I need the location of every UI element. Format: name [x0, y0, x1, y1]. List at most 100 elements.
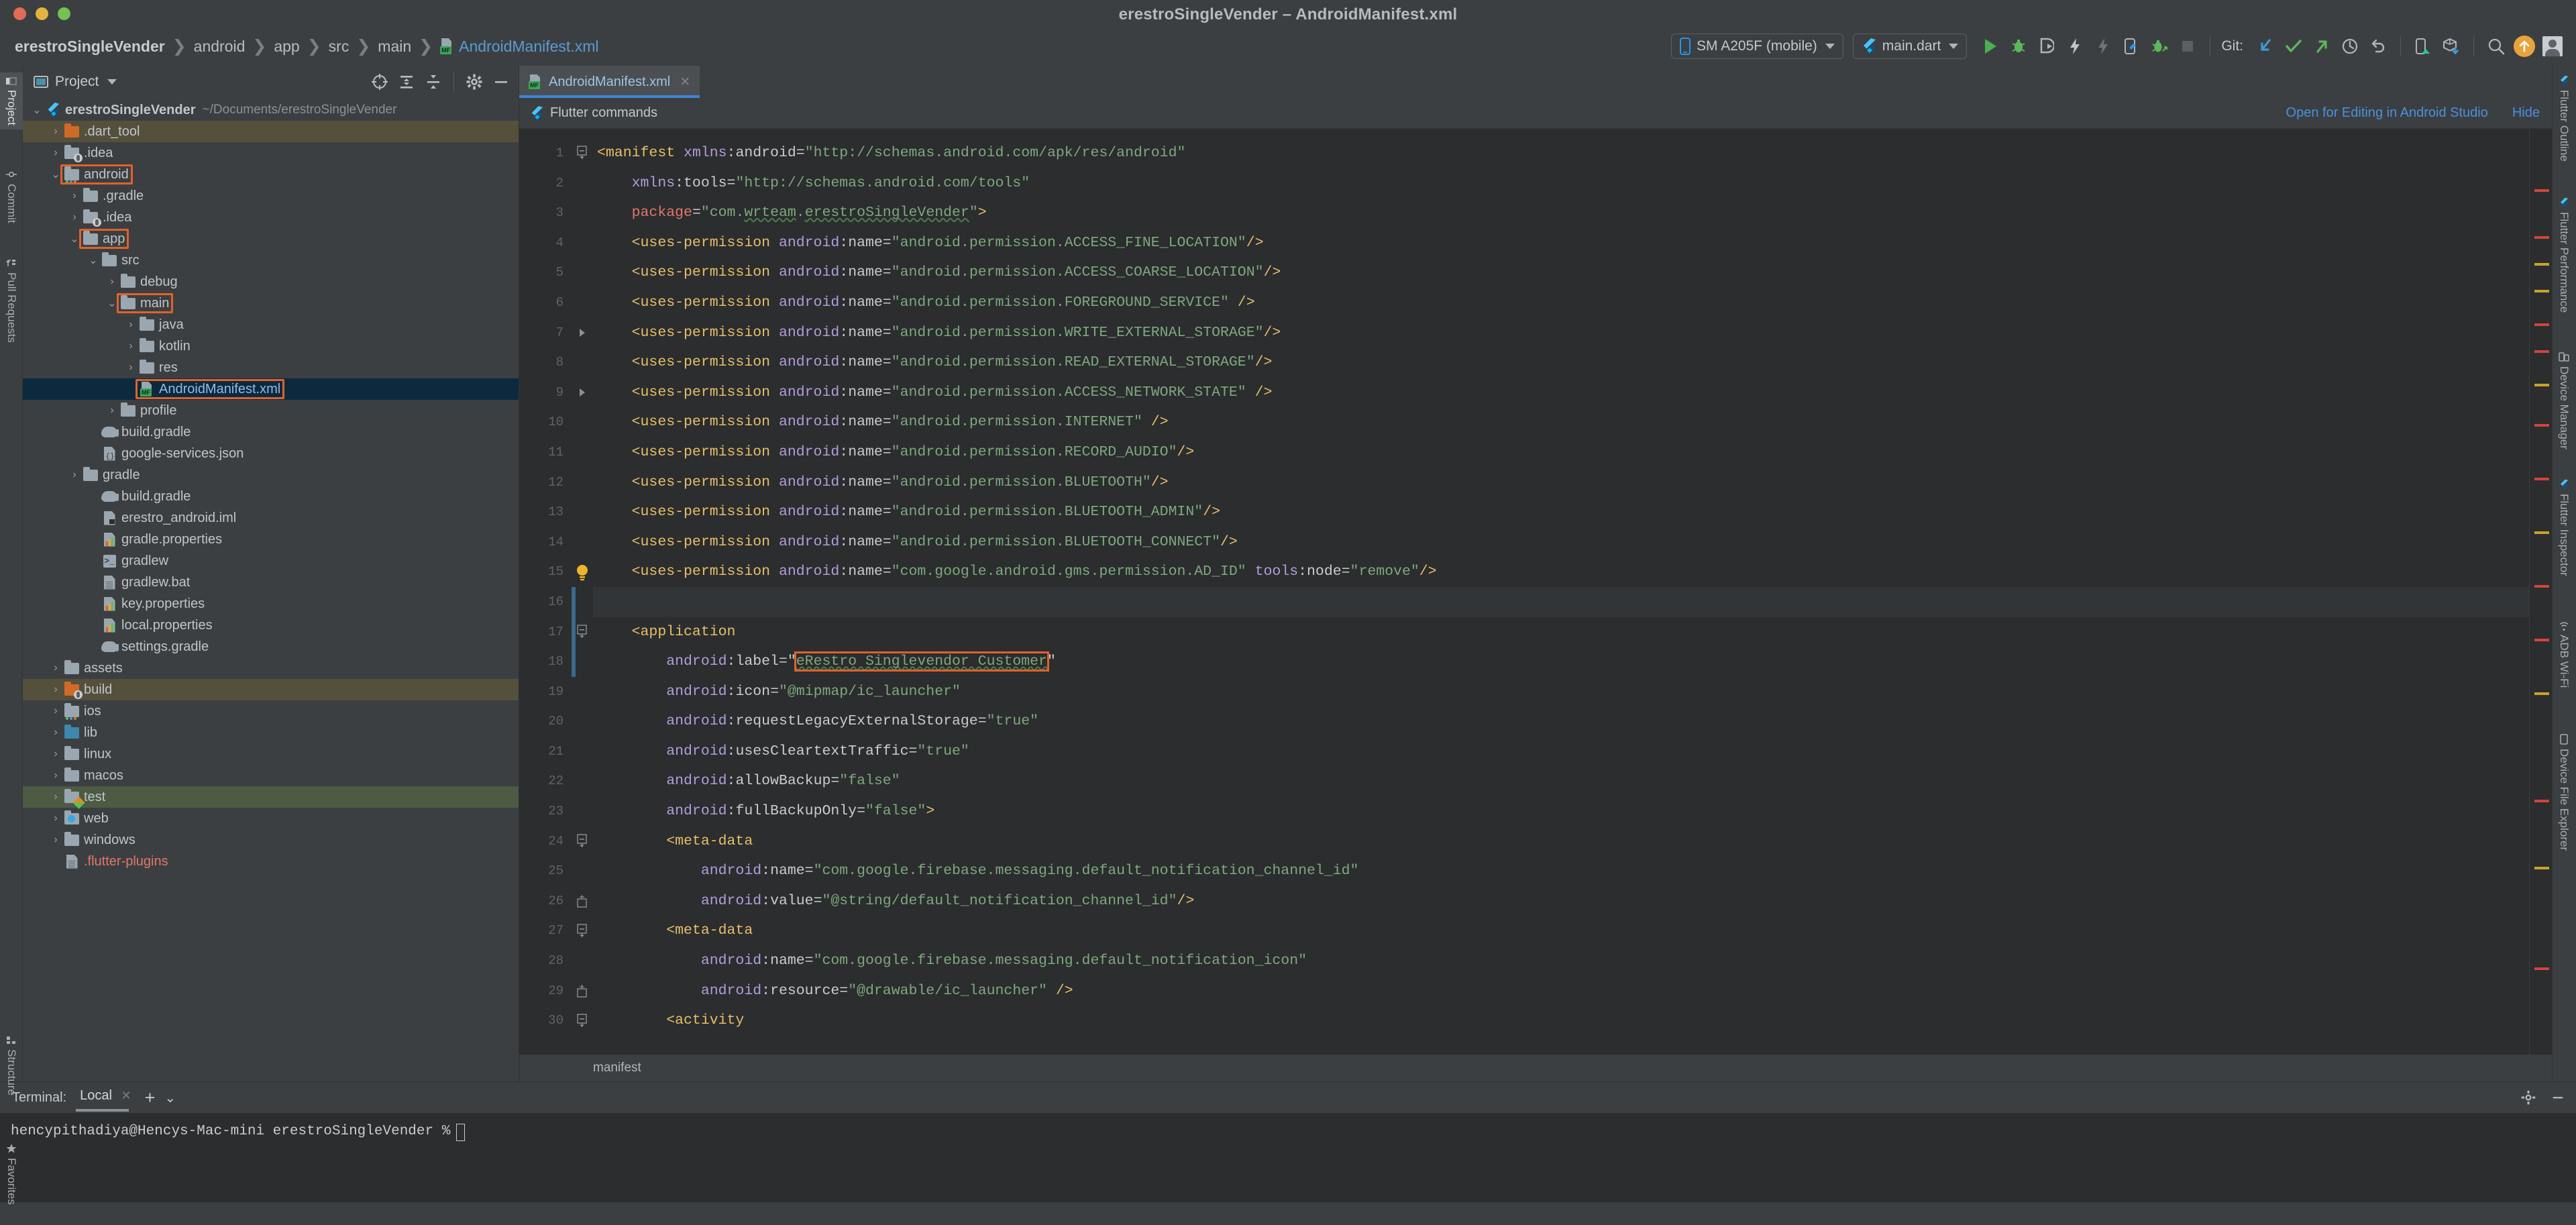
- rollback-button[interactable]: [2364, 32, 2392, 60]
- code-line[interactable]: <meta-data: [593, 916, 2529, 946]
- sidebar-item-flutter-inspector[interactable]: Flutter Inspector: [2553, 475, 2575, 580]
- fold-marker[interactable]: [572, 916, 593, 946]
- sidebar-item-pull-requests[interactable]: Pull Requests: [0, 254, 23, 347]
- tree-item-res[interactable]: › res: [23, 357, 519, 378]
- tree-item-linux[interactable]: › linux: [23, 743, 519, 765]
- update-available-button[interactable]: [2510, 32, 2538, 60]
- sidebar-item-favorites[interactable]: Favorites: [0, 1139, 23, 1209]
- sidebar-item-adb-wifi[interactable]: ADB Wi-Fi: [2553, 616, 2575, 692]
- collapse-all-icon[interactable]: [425, 74, 441, 90]
- breadcrumb-file[interactable]: AndroidManifest.xml: [459, 38, 598, 56]
- code-line[interactable]: android:label="eRestro Singlevendor Cust…: [593, 647, 2529, 677]
- tree-item-gradlew-bat[interactable]: gradlew.bat: [23, 572, 519, 593]
- chevron-right-icon[interactable]: ›: [48, 662, 63, 674]
- tree-item-src[interactable]: ⌄ src: [23, 250, 519, 271]
- tree-item-main[interactable]: ⌄ main: [23, 292, 519, 314]
- code-line[interactable]: android:value="@string/default_notificat…: [593, 886, 2529, 916]
- tree-item-java[interactable]: › java: [23, 314, 519, 335]
- code-line[interactable]: <uses-permission android:name="android.p…: [593, 527, 2529, 557]
- tree-item-erestrosinglevender[interactable]: ⌄ erestroSingleVender ~/Documents/erestroS…: [23, 99, 519, 121]
- breadcrumb-item-4[interactable]: main: [378, 38, 411, 56]
- history-button[interactable]: [2336, 32, 2364, 60]
- breadcrumb-item-0[interactable]: erestroSingleVender: [15, 38, 165, 56]
- chevron-down-icon[interactable]: ⌄: [48, 168, 63, 181]
- tree-item-local-properties[interactable]: local.properties: [23, 615, 519, 636]
- chevron-right-icon[interactable]: ›: [123, 319, 138, 331]
- tree-item-app[interactable]: ⌄ app: [23, 228, 519, 250]
- fold-marker[interactable]: [572, 886, 593, 916]
- code-line[interactable]: <activity: [593, 1006, 2529, 1036]
- code-line[interactable]: <uses-permission android:name="com.googl…: [593, 557, 2529, 587]
- open-devtools-button[interactable]: [2117, 32, 2145, 60]
- tree-item-kotlin[interactable]: › kotlin: [23, 335, 519, 357]
- tree-item-web[interactable]: › web: [23, 808, 519, 829]
- chevron-down-icon[interactable]: ⌄: [67, 232, 82, 246]
- tree-item-macos[interactable]: › macos: [23, 765, 519, 786]
- push-button[interactable]: [2308, 32, 2336, 60]
- code-line[interactable]: <uses-permission android:name="android.p…: [593, 468, 2529, 498]
- code-line[interactable]: [593, 586, 2529, 617]
- commit-button[interactable]: [2279, 32, 2308, 60]
- code-line[interactable]: android:fullBackupOnly="false">: [593, 796, 2529, 827]
- code-content[interactable]: <manifest xmlns:android="http://schemas.…: [593, 129, 2529, 1055]
- code-line[interactable]: <uses-permission android:name="android.p…: [593, 288, 2529, 318]
- fold-marker[interactable]: [572, 827, 593, 857]
- device-manager-button[interactable]: [2409, 32, 2437, 60]
- chevron-right-icon[interactable]: ›: [48, 684, 63, 696]
- fold-marker[interactable]: [572, 976, 593, 1006]
- tree-item-settings-gradle[interactable]: settings.gradle: [23, 636, 519, 657]
- chevron-right-icon[interactable]: ›: [48, 812, 63, 824]
- code-line[interactable]: <meta-data: [593, 827, 2529, 857]
- tree-item--dart-tool[interactable]: › .dart_tool: [23, 121, 519, 142]
- code-line[interactable]: android:resource="@drawable/ic_launcher"…: [593, 976, 2529, 1006]
- chevron-right-icon[interactable]: ›: [48, 748, 63, 760]
- chevron-down-icon[interactable]: ⌄: [86, 254, 101, 267]
- tree-item-gradle[interactable]: › gradle: [23, 464, 519, 486]
- tree-item--flutter-plugins[interactable]: .flutter-plugins: [23, 851, 519, 872]
- tree-item-assets[interactable]: › assets: [23, 657, 519, 679]
- hot-restart-button[interactable]: [2089, 32, 2117, 60]
- sidebar-item-flutter-outline[interactable]: Flutter Outline: [2553, 71, 2575, 166]
- chevron-right-icon[interactable]: ›: [48, 791, 63, 803]
- run-button[interactable]: [1976, 32, 2004, 60]
- chevron-right-icon[interactable]: ›: [48, 769, 63, 782]
- breadcrumb-item-1[interactable]: android: [194, 38, 246, 56]
- chevron-down-icon[interactable]: ⌄: [30, 103, 44, 117]
- code-line[interactable]: <manifest xmlns:android="http://schemas.…: [593, 138, 2529, 168]
- tree-item-gradle-properties[interactable]: gradle.properties: [23, 529, 519, 550]
- run-config-selector[interactable]: main.dart: [1852, 34, 1968, 59]
- chevron-right-icon[interactable]: ›: [48, 705, 63, 717]
- chevron-right-icon[interactable]: ›: [105, 276, 119, 288]
- chevron-right-icon[interactable]: ›: [123, 362, 138, 374]
- code-line[interactable]: <uses-permission android:name="android.p…: [593, 348, 2529, 378]
- tree-item-build-gradle[interactable]: build.gradle: [23, 421, 519, 443]
- tree-item--gradle[interactable]: › .gradle: [23, 185, 519, 207]
- chevron-right-icon[interactable]: ›: [48, 147, 63, 159]
- breadcrumb-item-3[interactable]: src: [329, 38, 350, 56]
- code-line[interactable]: <uses-permission android:name="android.p…: [593, 318, 2529, 348]
- plus-icon[interactable]: +: [145, 1088, 156, 1107]
- close-icon[interactable]: ✕: [680, 74, 690, 90]
- terminal-output[interactable]: hencypithadiya@Hencys-Mac-mini erestroSi…: [0, 1113, 2576, 1202]
- tree-item-lib[interactable]: › lib: [23, 722, 519, 743]
- code-line[interactable]: <uses-permission android:name="android.p…: [593, 437, 2529, 468]
- chevron-right-icon[interactable]: ›: [48, 834, 63, 846]
- code-editor[interactable]: 1 2 3 4 5 6 7 8 9 10 11 12 13 14 15 16 17 18 19 20 21 22 23 24 2…: [519, 129, 2552, 1055]
- chevron-right-icon[interactable]: ›: [123, 340, 138, 352]
- intention-bulb-icon[interactable]: [572, 557, 593, 587]
- tree-item-android[interactable]: ⌄ android: [23, 164, 519, 185]
- chevron-right-icon[interactable]: ›: [105, 405, 119, 417]
- vcs-change-marker[interactable]: [572, 587, 576, 677]
- hot-reload-button[interactable]: [2061, 32, 2089, 60]
- sidebar-item-structure[interactable]: Structure: [0, 1032, 23, 1100]
- chevron-right-icon[interactable]: ›: [67, 190, 82, 202]
- chevron-right-icon[interactable]: ›: [48, 125, 63, 138]
- chevron-down-icon[interactable]: ⌄: [105, 297, 119, 310]
- code-line[interactable]: android:usesCleartextTraffic="true": [593, 737, 2529, 767]
- tree-item-build-gradle[interactable]: build.gradle: [23, 486, 519, 507]
- code-line[interactable]: android:allowBackup="false": [593, 766, 2529, 796]
- tree-item-test[interactable]: › test: [23, 786, 519, 809]
- code-line[interactable]: <uses-permission android:name="android.p…: [593, 407, 2529, 437]
- tree-item--idea[interactable]: › .idea: [23, 207, 519, 228]
- code-line[interactable]: package="com.wrteam.erestroSingleVender"…: [593, 198, 2529, 228]
